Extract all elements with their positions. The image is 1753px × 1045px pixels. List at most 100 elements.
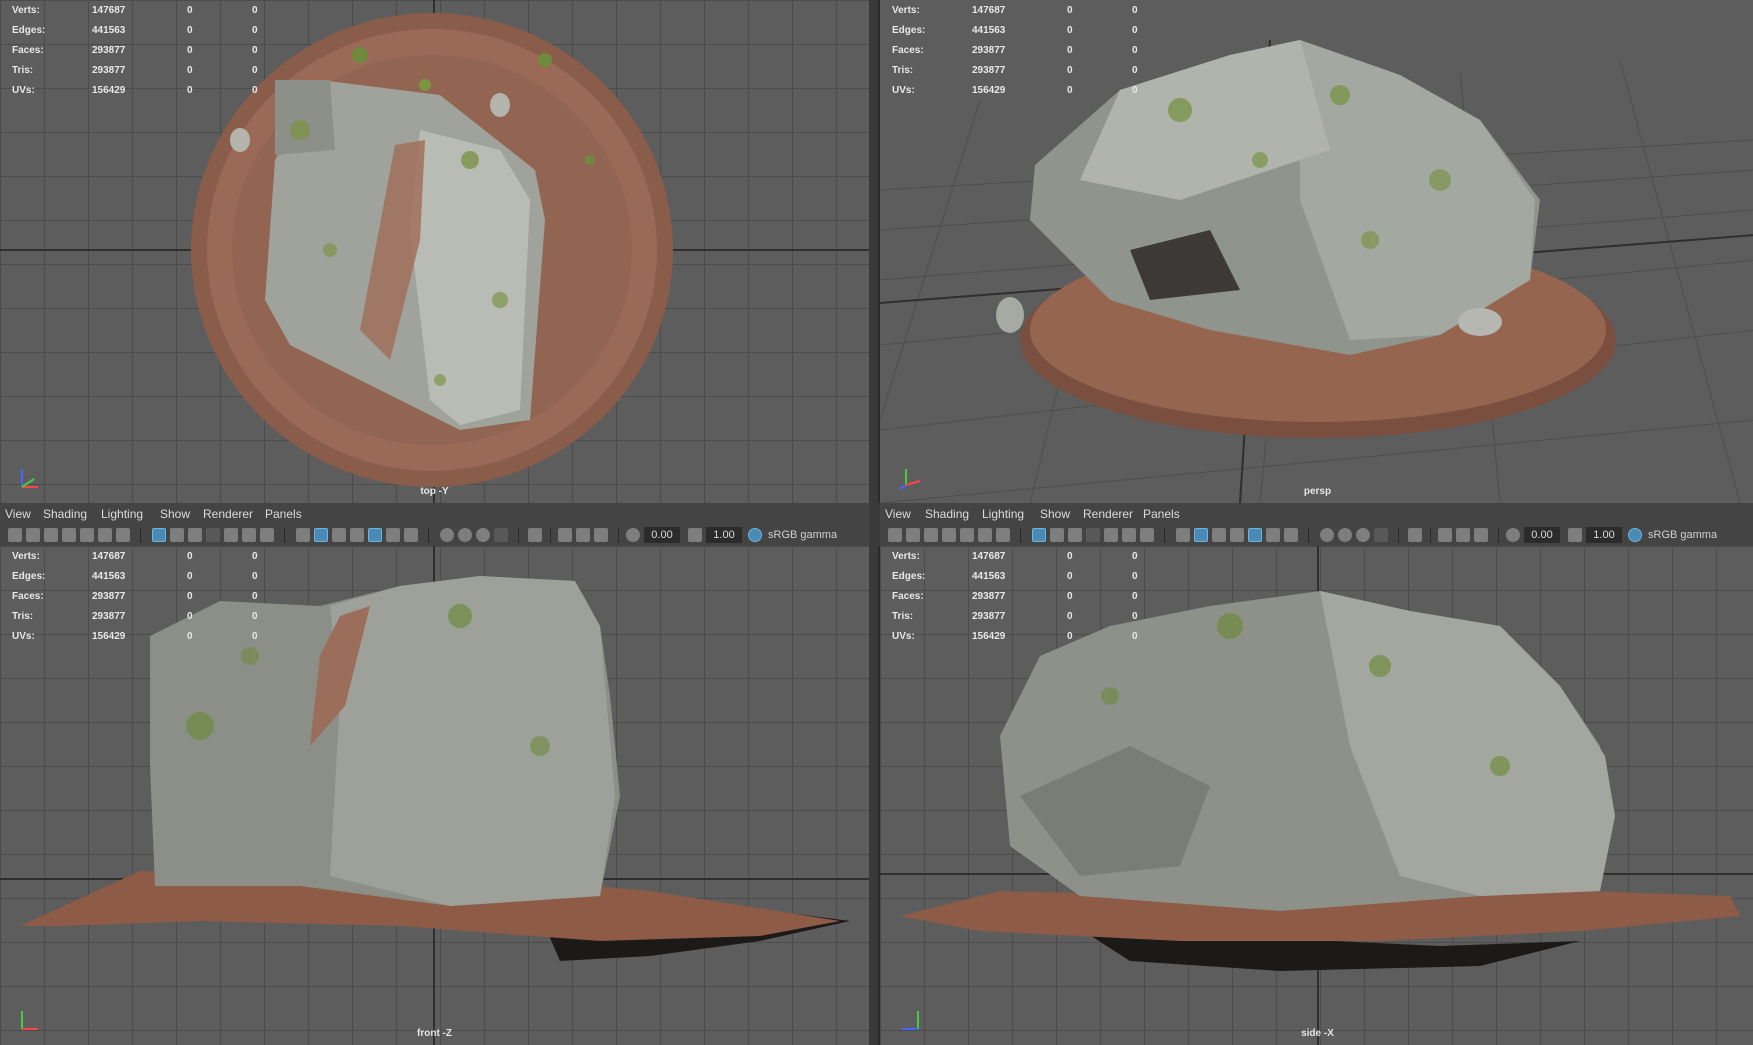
image-plane-icon[interactable] xyxy=(62,528,76,542)
textured-icon[interactable] xyxy=(1248,528,1262,542)
wireframe-on-shaded-icon[interactable] xyxy=(350,528,364,542)
menu-panels[interactable]: Panels xyxy=(265,507,302,521)
depth-of-field-icon[interactable] xyxy=(1374,528,1388,542)
menu-renderer[interactable]: Renderer xyxy=(203,507,253,521)
ambient-occlusion-icon[interactable] xyxy=(440,528,454,542)
field-chart-icon[interactable] xyxy=(224,528,238,542)
exposure-field[interactable]: 0.00 xyxy=(644,527,680,543)
wireframe-icon[interactable] xyxy=(296,528,310,542)
anti-aliasing-icon[interactable] xyxy=(476,528,490,542)
motion-blur-icon[interactable] xyxy=(458,528,472,542)
hud-component: 0 xyxy=(1132,5,1138,16)
shadows-icon[interactable] xyxy=(1284,528,1298,542)
hud-component: 0 xyxy=(1132,45,1138,56)
colorspace-icon[interactable] xyxy=(748,528,762,542)
safe-title-icon[interactable] xyxy=(260,528,274,542)
default-material-icon[interactable] xyxy=(332,528,346,542)
safe-action-icon[interactable] xyxy=(242,528,256,542)
resolution-gate-icon[interactable] xyxy=(188,528,202,542)
menu-view[interactable]: View xyxy=(885,507,911,521)
motion-blur-icon[interactable] xyxy=(1338,528,1352,542)
xray-icon[interactable] xyxy=(1438,528,1452,542)
xray-icon[interactable] xyxy=(558,528,572,542)
gamma-field[interactable]: 1.00 xyxy=(1586,527,1622,543)
isolate-select-icon[interactable] xyxy=(1408,528,1422,542)
bookmark-icon[interactable] xyxy=(924,528,938,542)
smooth-shade-icon[interactable] xyxy=(314,528,328,542)
camera-icon[interactable] xyxy=(888,528,902,542)
viewport-side[interactable]: Verts: 147687 0 0 Edges: 441563 0 0 Faces: 2938… xyxy=(878,546,1753,1045)
gamma-field[interactable]: 1.00 xyxy=(706,527,742,543)
menu-show[interactable]: Show xyxy=(160,507,190,521)
xray-components-icon[interactable] xyxy=(594,528,608,542)
wireframe-on-shaded-icon[interactable] xyxy=(1230,528,1244,542)
shadows-icon[interactable] xyxy=(404,528,418,542)
colorspace-icon[interactable] xyxy=(1628,528,1642,542)
menu-panels[interactable]: Panels xyxy=(1143,507,1180,521)
lights-icon[interactable] xyxy=(386,528,400,542)
hud-label: Verts: xyxy=(12,5,40,16)
grease-pencil-icon[interactable] xyxy=(98,528,112,542)
gate-mask-icon[interactable] xyxy=(1086,528,1100,542)
menu-view[interactable]: View xyxy=(5,507,31,521)
menu-shading[interactable]: Shading xyxy=(43,507,87,521)
menu-shading[interactable]: Shading xyxy=(925,507,969,521)
grid-icon[interactable] xyxy=(1032,528,1046,542)
colorspace-select[interactable]: sRGB gamma xyxy=(768,529,837,541)
xray-joints-icon[interactable] xyxy=(1456,528,1470,542)
camera-icon[interactable] xyxy=(8,528,22,542)
menu-lighting[interactable]: Lighting xyxy=(101,507,143,521)
viewport-top[interactable]: Verts: 147687 0 0 Edges: 441563 0 0 Faces: 2938… xyxy=(0,0,869,503)
hud-value: 293877 xyxy=(972,591,1006,602)
panel-toolbar-right: 0.00 1.00 sRGB gamma xyxy=(880,525,1753,546)
default-material-icon[interactable] xyxy=(1212,528,1226,542)
hud-label: Verts: xyxy=(892,5,920,16)
smooth-shade-icon[interactable] xyxy=(1194,528,1208,542)
hud-label: Edges: xyxy=(892,25,926,36)
menu-renderer[interactable]: Renderer xyxy=(1083,507,1133,521)
hud-label: Tris: xyxy=(892,65,914,76)
exposure-field[interactable]: 0.00 xyxy=(1524,527,1560,543)
camera-attributes-icon[interactable] xyxy=(906,528,920,542)
film-gate-icon[interactable] xyxy=(170,528,184,542)
2d-pan-icon[interactable] xyxy=(80,528,94,542)
gate-mask-icon[interactable] xyxy=(206,528,220,542)
viewport-persp[interactable]: Verts: 147687 0 0 Edges: 441563 0 0 Faces: 2938… xyxy=(878,0,1753,503)
hud-value: 147687 xyxy=(92,551,126,562)
ambient-occlusion-icon[interactable] xyxy=(1320,528,1334,542)
gamma-icon[interactable] xyxy=(1568,528,1582,542)
pencil-icon[interactable] xyxy=(116,528,130,542)
grid-icon[interactable] xyxy=(152,528,166,542)
grease-pencil-icon[interactable] xyxy=(978,528,992,542)
gamma-icon[interactable] xyxy=(688,528,702,542)
isolate-select-icon[interactable] xyxy=(528,528,542,542)
menu-lighting[interactable]: Lighting xyxy=(982,507,1024,521)
hud-label: Faces: xyxy=(892,45,924,56)
anti-aliasing-icon[interactable] xyxy=(1356,528,1370,542)
resolution-gate-icon[interactable] xyxy=(1068,528,1082,542)
xray-joints-icon[interactable] xyxy=(576,528,590,542)
camera-attributes-icon[interactable] xyxy=(26,528,40,542)
hud-label: UVs: xyxy=(12,631,35,642)
lights-icon[interactable] xyxy=(1266,528,1280,542)
viewport-front[interactable]: Verts: 147687 0 0 Edges: 441563 0 0 Faces: 2938… xyxy=(0,546,869,1045)
safe-action-icon[interactable] xyxy=(1122,528,1136,542)
depth-of-field-icon[interactable] xyxy=(494,528,508,542)
xray-components-icon[interactable] xyxy=(1474,528,1488,542)
exposure-icon[interactable] xyxy=(1506,528,1520,542)
pencil-icon[interactable] xyxy=(996,528,1010,542)
textured-icon[interactable] xyxy=(368,528,382,542)
film-gate-icon[interactable] xyxy=(1050,528,1064,542)
safe-title-icon[interactable] xyxy=(1140,528,1154,542)
hud-selected: 0 xyxy=(187,611,193,622)
colorspace-select[interactable]: sRGB gamma xyxy=(1648,529,1717,541)
hud-value: 147687 xyxy=(972,551,1006,562)
wireframe-icon[interactable] xyxy=(1176,528,1190,542)
exposure-icon[interactable] xyxy=(626,528,640,542)
hud-label: Tris: xyxy=(12,65,34,76)
image-plane-icon[interactable] xyxy=(942,528,956,542)
bookmark-icon[interactable] xyxy=(44,528,58,542)
menu-show[interactable]: Show xyxy=(1040,507,1070,521)
field-chart-icon[interactable] xyxy=(1104,528,1118,542)
2d-pan-icon[interactable] xyxy=(960,528,974,542)
